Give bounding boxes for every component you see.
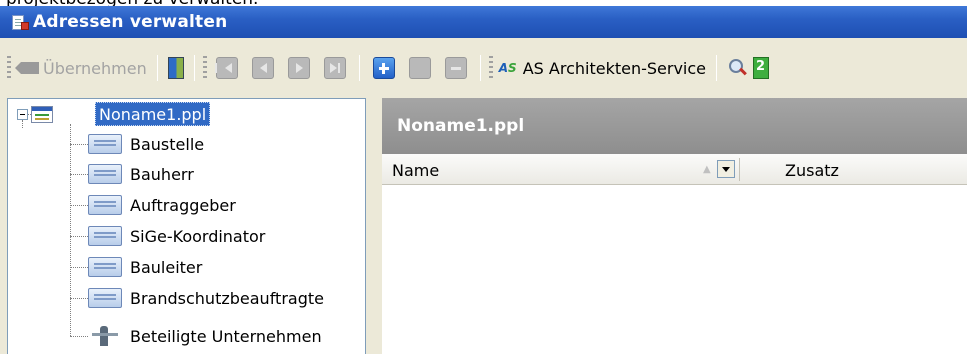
column-header-zusatz[interactable]: Zusatz [785, 161, 839, 180]
sort-icon: ▲ [703, 164, 711, 175]
panel-title: Noname1.ppl [397, 116, 525, 136]
tree-item-baustelle[interactable]: Baustelle [88, 131, 204, 157]
green-doc-icon[interactable] [753, 57, 769, 79]
tree-line [70, 124, 71, 336]
accept-button[interactable]: Übernehmen [15, 53, 151, 83]
last-record-button[interactable] [323, 57, 346, 79]
people-icon [88, 324, 122, 348]
toolbar-separator [479, 55, 481, 81]
tree-item-bauherr[interactable]: Bauherr [88, 161, 194, 187]
last-icon [329, 63, 340, 73]
tree-item-label: Bauleiter [130, 257, 203, 277]
window-title: Adressen verwalten [33, 12, 228, 32]
tree-root-selected[interactable]: Noname1.ppl [95, 102, 211, 126]
form-icon [88, 195, 122, 215]
next-record-button[interactable] [287, 57, 310, 79]
panel-header: Noname1.ppl [382, 98, 967, 154]
form-icon [88, 134, 122, 154]
edit-button[interactable] [408, 57, 431, 79]
as-logo-icon: AS [498, 61, 517, 75]
toolbar: Übernehmen AS AS Architekten-Service [0, 38, 967, 98]
form-icon [88, 288, 122, 308]
toolbar-separator [716, 55, 717, 81]
exit-button[interactable] [164, 53, 188, 83]
architekten-service-button[interactable]: AS AS Architekten-Service [495, 53, 710, 83]
prev-icon [259, 63, 267, 73]
door-icon [167, 57, 184, 79]
form-icon [88, 226, 122, 246]
column-header-name[interactable]: Name [392, 161, 439, 180]
toolbar-separator [358, 55, 360, 81]
add-button[interactable] [372, 57, 395, 79]
tree-item-label: Baustelle [130, 134, 205, 154]
first-record-button[interactable] [214, 57, 238, 79]
form-icon [88, 164, 122, 184]
toolbar-grip[interactable] [7, 56, 11, 80]
first-icon [214, 63, 232, 73]
tree-item-brandschutzbeauftragte[interactable]: Brandschutzbeauftragte [88, 285, 324, 311]
address-tree[interactable]: Noname1.ppl Baustelle Bauherr Auftraggeb… [7, 98, 366, 354]
collapse-toggle[interactable] [17, 109, 28, 120]
tree-item-label: SiGe-Koordinator [130, 226, 266, 246]
tree-line [70, 205, 88, 206]
tree-line [70, 267, 88, 268]
project-file-icon [31, 106, 53, 123]
tree-item-sige-koordinator[interactable]: SiGe-Koordinator [88, 223, 265, 249]
address-list-panel: Noname1.ppl Name ▲ Zusatz [382, 98, 967, 354]
column-divider[interactable] [739, 158, 740, 181]
toolbar-separator [156, 55, 158, 81]
panel-splitter[interactable] [366, 98, 382, 354]
tree-item-bauleiter[interactable]: Bauleiter [88, 254, 202, 280]
accept-label: Übernehmen [43, 58, 147, 78]
tree-item-label: Brandschutzbeauftragte [130, 288, 324, 308]
next-icon [295, 63, 303, 73]
tree-line [70, 144, 88, 145]
prev-record-button[interactable] [251, 57, 274, 79]
tree-line [70, 298, 88, 299]
tree-item-beteiligte-unternehmen[interactable]: Beteiligte Unternehmen [88, 323, 322, 349]
tree-line [70, 336, 88, 337]
toolbar-grip[interactable] [202, 56, 207, 80]
toolbar-grip[interactable] [488, 56, 493, 80]
column-filter-dropdown[interactable] [717, 160, 735, 178]
form-icon [88, 257, 122, 277]
tree-line [22, 120, 23, 128]
search-icon[interactable] [729, 59, 747, 77]
tree-item-label: Bauherr [130, 164, 194, 184]
window-titlebar[interactable]: Adressen verwalten [0, 6, 967, 38]
tree-item-auftraggeber[interactable]: Auftraggeber [88, 192, 236, 218]
column-header-row: Name ▲ Zusatz [382, 154, 967, 185]
tree-line [70, 174, 88, 175]
accept-icon [15, 62, 39, 74]
tree-item-label: Beteiligte Unternehmen [130, 326, 322, 346]
remove-button[interactable] [444, 57, 467, 79]
address-book-icon [12, 14, 29, 30]
service-label: AS Architekten-Service [522, 58, 706, 78]
left-border [0, 98, 7, 354]
toolbar-separator [193, 55, 195, 81]
tree-item-label: Auftraggeber [130, 195, 236, 215]
tree-line [70, 236, 88, 237]
